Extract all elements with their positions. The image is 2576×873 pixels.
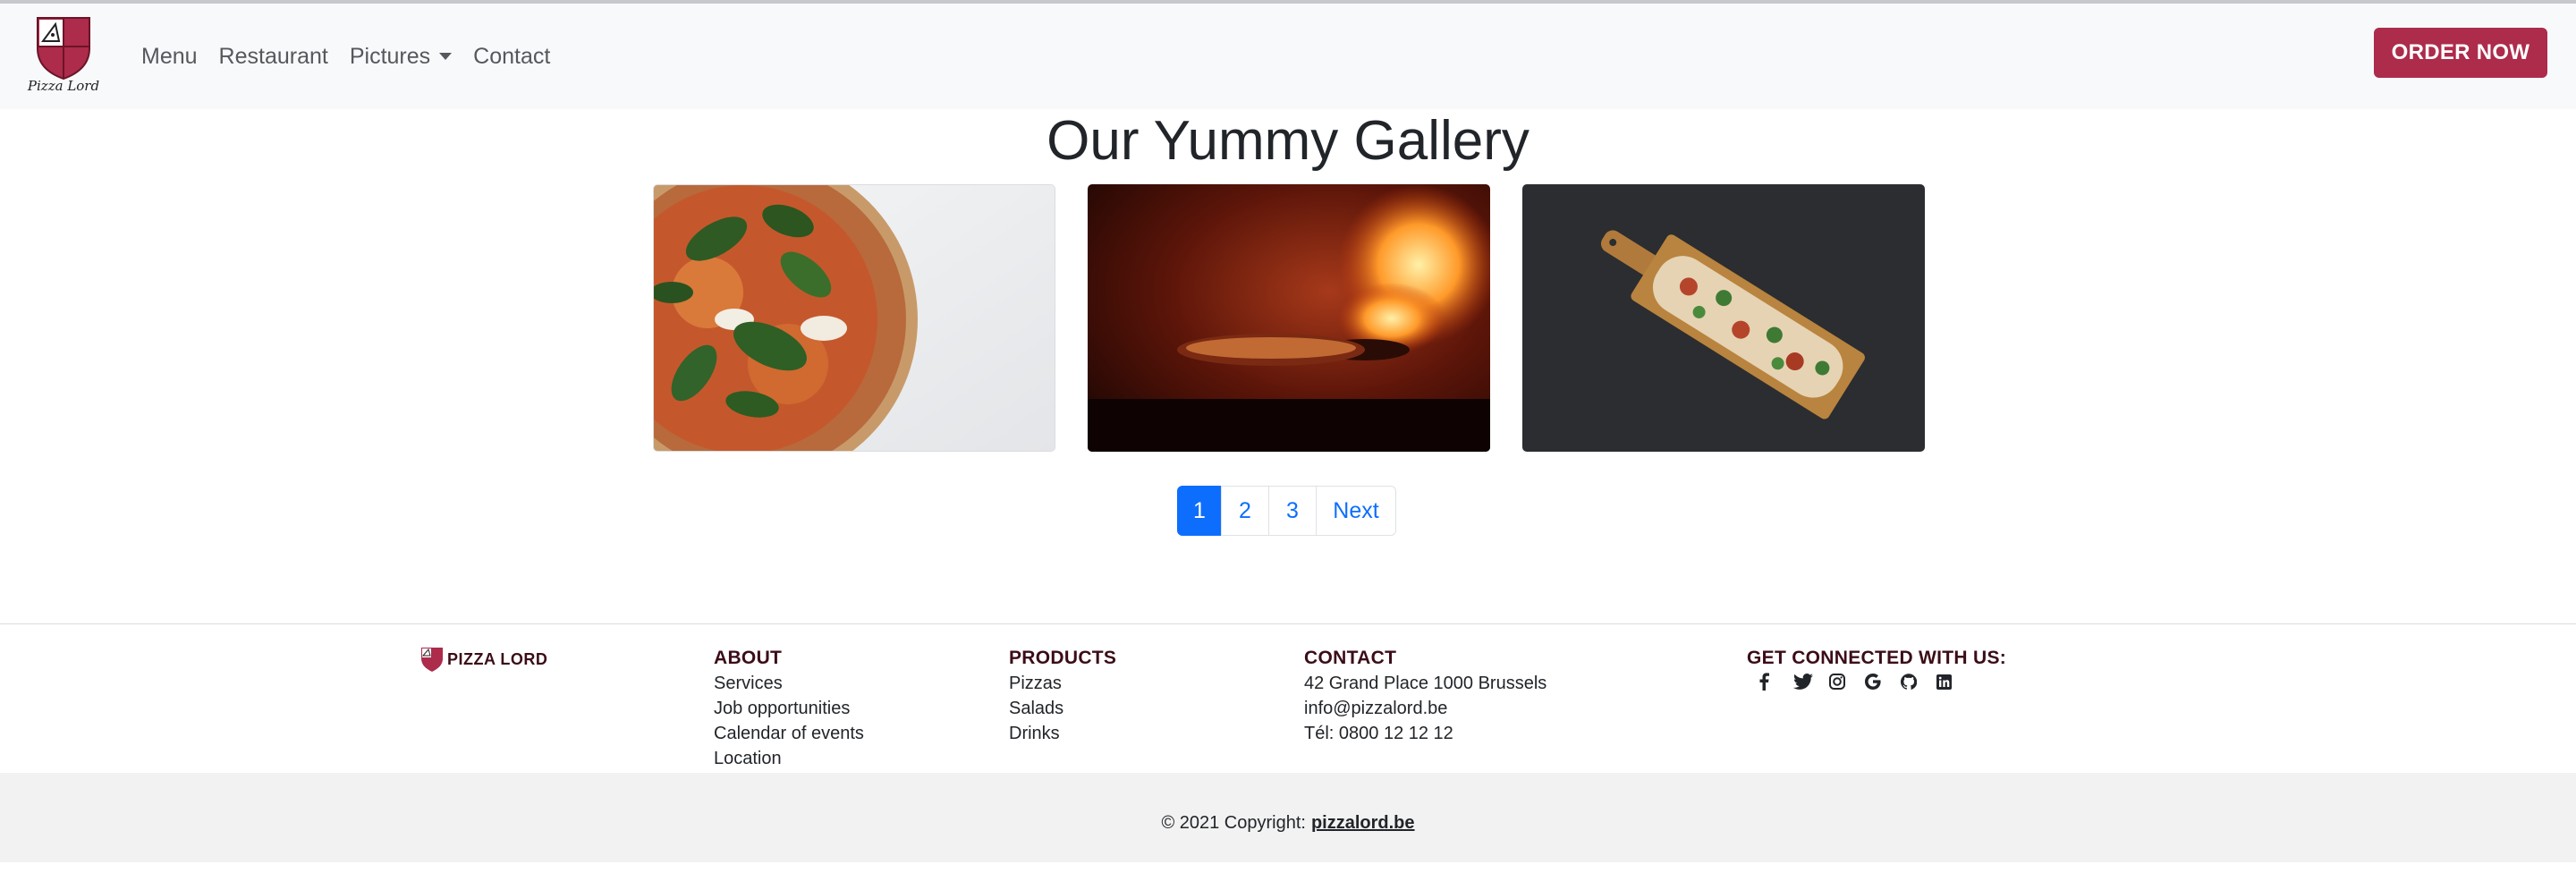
svg-text:Pizza Lord: Pizza Lord [27,78,99,93]
footer-divider [0,623,2576,624]
copyright: © 2021 Copyright: pizzalord.be [0,773,2576,873]
order-now-button[interactable]: ORDER NOW [2374,28,2547,78]
footer-contact-heading: CONTACT [1304,648,1397,668]
footer-contact: CONTACT 42 Grand Place 1000 Brussels inf… [1304,646,1546,746]
chevron-down-icon [439,53,453,60]
next-page-button[interactable]: Next [1316,486,1396,536]
nav-links: Menu Restaurant Pictures Contact [141,4,572,109]
instagram-icon[interactable] [1829,673,1865,691]
gallery-photo-oven[interactable] [1088,184,1490,452]
footer-link-jobs[interactable]: Job opportunities [714,696,864,721]
gallery-photo-flatbread[interactable] [1522,184,1925,452]
footer-address: 42 Grand Place 1000 Brussels [1304,674,1547,693]
gallery-photo-pizza-basil[interactable] [653,184,1055,452]
footer-social-heading: GET CONNECTED WITH US: [1747,648,2007,668]
footer-link-salads[interactable]: Salads [1009,696,1116,721]
nav-item-label: Pictures [349,43,431,69]
page-1-button[interactable]: 1 [1177,486,1222,536]
footer-about: ABOUT Services Job opportunities Calenda… [714,646,864,771]
nav-item-menu[interactable]: Menu [141,44,198,70]
page-3-button[interactable]: 3 [1268,486,1317,536]
footer-link-location[interactable]: Location [714,746,864,771]
pizza-image [654,185,1055,451]
google-icon[interactable] [1865,673,1901,691]
logo[interactable]: Pizza Lord [16,13,111,94]
social-icons [1758,673,2006,691]
github-icon[interactable] [1901,673,1936,691]
flatbread-image [1522,184,1925,452]
footer-email[interactable]: info@pizzalord.be [1304,696,1546,721]
twitter-icon[interactable] [1793,673,1829,691]
copyright-link[interactable]: pizzalord.be [1311,813,1415,833]
footer-products: PRODUCTS Pizzas Salads Drinks [1009,646,1116,746]
footer-brand-name: PIZZA LORD [447,649,548,668]
facebook-icon[interactable] [1758,673,1793,691]
footer-link-drinks[interactable]: Drinks [1009,721,1116,746]
navbar: Pizza Lord Menu Restaurant Pictures Cont… [0,4,2576,109]
footer-brand[interactable]: PIZZA LORD [419,646,547,673]
page-2-button[interactable]: 2 [1221,486,1269,536]
linkedin-icon[interactable] [1936,673,1972,691]
footer-products-heading: PRODUCTS [1009,648,1117,668]
pagination: 1 2 3 Next [1177,486,1396,536]
footer-link-services[interactable]: Services [714,671,864,696]
oven-image [1088,184,1490,452]
shield-logo-icon [421,648,443,672]
footer-social: GET CONNECTED WITH US: [1747,646,2006,691]
shield-logo-icon: Pizza Lord [27,17,99,94]
footer-phone: Tél: 0800 12 12 12 [1304,724,1453,743]
footer-link-pizzas[interactable]: Pizzas [1009,671,1116,696]
nav-item-pictures-dropdown[interactable]: Pictures [349,43,453,70]
copyright-text: © 2021 Copyright: [1161,813,1306,833]
page-title: Our Yummy Gallery [1046,110,1530,172]
footer-link-calendar[interactable]: Calendar of events [714,721,864,746]
nav-item-contact[interactable]: Contact [473,44,550,70]
footer-about-heading: ABOUT [714,648,783,668]
nav-item-restaurant[interactable]: Restaurant [219,44,328,70]
copyright-bar: © 2021 Copyright: pizzalord.be [0,773,2576,862]
